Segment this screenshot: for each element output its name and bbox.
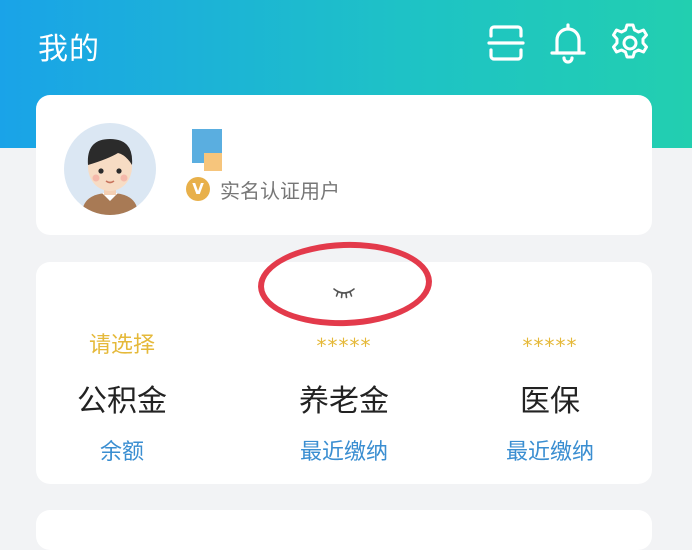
fund-name: 公积金 [77,384,167,419]
avatar[interactable] [64,123,156,215]
username-redacted-accent [204,153,222,171]
verification-status: 实名认证用户 [220,179,340,203]
fund-action-link[interactable]: 最近缴纳 [460,434,640,466]
fund-status[interactable]: 请选择 [32,330,212,362]
bell-icon[interactable] [545,20,591,66]
gear-icon[interactable] [607,20,653,66]
page-title: 我的 [38,32,100,67]
fund-item-housing[interactable]: 请选择 公积金 余额 [32,330,212,466]
verified-badge-icon: V [186,177,210,201]
fund-name: 医保 [520,384,580,419]
scan-icon[interactable] [483,20,529,66]
fund-action-link[interactable]: 余额 [32,434,212,466]
funds-card: 请选择 公积金 余额 ***** 养老金 最近缴纳 ***** 医保 最近缴纳 [36,238,652,484]
fund-action-link[interactable]: 最近缴纳 [254,434,434,466]
eye-closed-icon[interactable] [332,284,356,303]
fund-status: ***** [522,334,578,358]
fund-item-pension[interactable]: ***** 养老金 最近缴纳 [254,330,434,466]
fund-name: 养老金 [299,384,389,419]
fund-status: ***** [316,334,372,358]
next-card [36,510,652,550]
profile-card[interactable]: V 实名认证用户 [36,95,652,235]
fund-item-medical[interactable]: ***** 医保 最近缴纳 [460,330,640,466]
